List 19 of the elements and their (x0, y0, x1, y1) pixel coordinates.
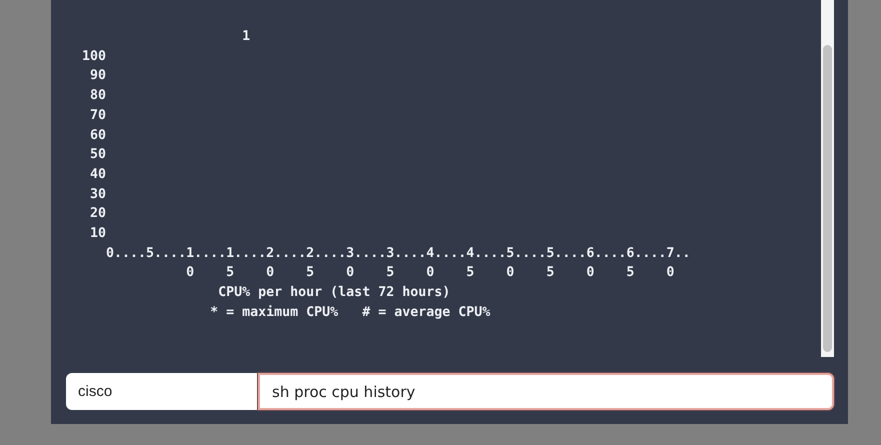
terminal-output-line: CPU% per hour (last 72 hours) (217, 284, 450, 302)
terminal-output-line: 70 (89, 106, 106, 125)
terminal-output-line: 0....5....1....1....2....2....3....3....4....4....5....5....6....6....7.. (105, 244, 690, 263)
terminal-output-line: 100 (82, 48, 106, 66)
terminal-output-line: 10 (89, 225, 106, 244)
command-input[interactable]: sh proc cpu history (258, 373, 834, 410)
terminal-output-line: * = maximum CPU% # = average CPU% (209, 304, 490, 322)
terminal-output-line: 40 (89, 166, 106, 184)
terminal-output-line: 20 (89, 205, 106, 224)
terminal-output-line: 50 (89, 146, 106, 164)
terminal-output-line: 60 (89, 126, 106, 145)
hostname-label: cisco (66, 373, 258, 410)
terminal-output-line: 80 (89, 87, 106, 106)
terminal-output-line: 0 5 0 5 0 5 0 5 0 5 0 5 0 (185, 264, 674, 282)
terminal-output-line: 1 (241, 28, 250, 46)
scrollbar[interactable] (821, 0, 834, 357)
terminal-output-line: 90 (89, 67, 106, 86)
scrollbar-thumb[interactable] (823, 45, 832, 352)
terminal-output-line: 30 (89, 186, 106, 204)
